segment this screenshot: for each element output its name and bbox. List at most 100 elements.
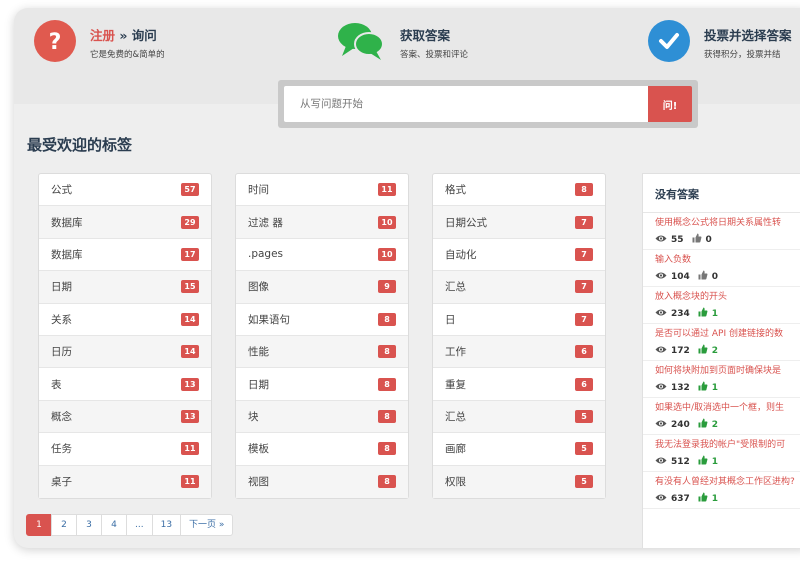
tag-name[interactable]: 数据库: [51, 215, 83, 230]
tag-name[interactable]: 格式: [445, 182, 466, 197]
question-link[interactable]: 如果选中/取消选中一个框，则生: [655, 402, 800, 415]
tag-count-badge: 5: [575, 475, 593, 489]
tag-name[interactable]: 权限: [445, 474, 466, 489]
question-link[interactable]: 使用概念公式将日期关系属性转: [655, 217, 800, 230]
tag-row[interactable]: 格式 8: [433, 174, 605, 207]
eye-icon: [655, 234, 667, 246]
tag-row[interactable]: 关系 14: [39, 304, 211, 336]
view-count: 234: [671, 308, 690, 319]
tag-row[interactable]: 日期 8: [236, 368, 408, 401]
tag-name[interactable]: 日期: [51, 279, 72, 294]
tag-row[interactable]: 视图 8: [236, 465, 408, 498]
tag-row[interactable]: 日期公式 7: [433, 206, 605, 239]
tag-row[interactable]: 汇总 7: [433, 271, 605, 304]
tag-name[interactable]: 日期公式: [445, 215, 487, 230]
tag-count-badge: 10: [378, 215, 396, 229]
unanswered-item: 有没有人曾经对其概念工作区进构? 637 1: [643, 472, 800, 509]
tag-row[interactable]: 概念 13: [39, 400, 211, 434]
tag-row[interactable]: 权限 5: [433, 465, 605, 498]
tag-row[interactable]: 画廊 5: [433, 433, 605, 466]
vote-count: 1: [711, 382, 719, 393]
vote-count: 1: [711, 456, 719, 467]
question-stats: 132 1: [655, 381, 800, 394]
tag-name[interactable]: 汇总: [445, 409, 466, 424]
register-link[interactable]: 注册: [90, 28, 115, 43]
question-stats: 104 0: [655, 270, 800, 283]
tag-row[interactable]: .pages 10: [236, 239, 408, 272]
vote-count: 2: [711, 345, 719, 356]
next-page-link[interactable]: 下一页 »: [180, 514, 234, 536]
tag-row[interactable]: 日7: [433, 304, 605, 336]
tag-row[interactable]: 日历 14: [39, 335, 211, 369]
view-count: 132: [671, 382, 690, 393]
tag-count-badge: 6: [575, 377, 593, 391]
tag-row[interactable]: 任务 11: [39, 433, 211, 466]
eye-icon: [655, 419, 667, 431]
tag-row[interactable]: 图像 9: [236, 271, 408, 304]
question-link[interactable]: 我无法登录我的帐户"受限制的可: [655, 439, 800, 452]
tag-row[interactable]: 重复 6: [433, 368, 605, 401]
view-count: 637: [671, 493, 690, 504]
tag-row[interactable]: 过滤 器 10: [236, 206, 408, 239]
tag-row[interactable]: 表 13: [39, 368, 211, 401]
tag-row[interactable]: 块8: [236, 400, 408, 434]
tag-name[interactable]: 画廊: [445, 441, 466, 456]
question-link[interactable]: 有没有人曾经对其概念工作区进构?: [655, 476, 800, 489]
question-link[interactable]: 放入概念块的开头: [655, 291, 800, 304]
tag-row[interactable]: 工作 6: [433, 335, 605, 369]
tag-name[interactable]: 表: [51, 377, 62, 392]
tag-name[interactable]: 数据库: [51, 247, 83, 262]
ask-button[interactable]: 问!: [648, 86, 692, 122]
tag-row[interactable]: 自动化 7: [433, 239, 605, 272]
tag-name[interactable]: 时间: [248, 182, 269, 197]
tag-name[interactable]: 重复: [445, 377, 466, 392]
tag-row[interactable]: 模板 8: [236, 433, 408, 466]
tag-name[interactable]: 过滤 器: [248, 215, 283, 230]
tag-count-badge: 11: [181, 475, 199, 489]
tag-name[interactable]: .pages: [248, 248, 283, 260]
question-link[interactable]: 是否可以通过 API 创建链接的数: [655, 328, 800, 341]
tag-name[interactable]: 概念: [51, 409, 72, 424]
tag-name[interactable]: 自动化: [445, 247, 477, 262]
tag-row[interactable]: 日期 15: [39, 271, 211, 304]
tag-row[interactable]: 汇总 5: [433, 400, 605, 434]
page-link[interactable]: 1: [26, 514, 52, 536]
tag-row[interactable]: 桌子 11: [39, 465, 211, 498]
tag-name[interactable]: 图像: [248, 279, 269, 294]
question-input[interactable]: [284, 86, 648, 122]
tag-count-badge: 29: [181, 215, 199, 229]
tag-name[interactable]: 性能: [248, 344, 269, 359]
question-icon: ?: [34, 20, 76, 62]
tag-name[interactable]: 日: [445, 312, 456, 327]
tag-row[interactable]: 如果语句 8: [236, 304, 408, 336]
tag-column-3: 格式 8 日期公式 7 自动化 7 汇总 7 日 7 工作 6 重复 6 汇总 5 画廊 5 权限 5: [432, 173, 606, 499]
tag-row[interactable]: 性能 8: [236, 335, 408, 369]
tag-name[interactable]: 汇总: [445, 279, 466, 294]
page-link[interactable]: 3: [76, 514, 102, 536]
page-link[interactable]: 2: [51, 514, 77, 536]
tag-row[interactable]: 公式 57: [39, 174, 211, 207]
question-link[interactable]: 输入负数: [655, 254, 800, 267]
thumbs-up-icon: [698, 455, 708, 468]
step-vote-title: 投票并选择答案: [704, 28, 792, 43]
page-link[interactable]: 13: [151, 514, 182, 536]
tag-name[interactable]: 关系: [51, 312, 72, 327]
tag-name[interactable]: 桌子: [51, 474, 72, 489]
tag-name[interactable]: 任务: [51, 441, 72, 456]
tag-name[interactable]: 模板: [248, 441, 269, 456]
tag-name[interactable]: 视图: [248, 474, 269, 489]
tag-row[interactable]: 数据库 17: [39, 239, 211, 272]
tag-name[interactable]: 日历: [51, 344, 72, 359]
tag-row[interactable]: 数据库 29: [39, 206, 211, 239]
tag-name[interactable]: 工作: [445, 344, 466, 359]
tag-count-badge: 8: [378, 345, 396, 359]
page-link[interactable]: 4: [101, 514, 127, 536]
question-link[interactable]: 如何将块附加到页面时确保块是: [655, 365, 800, 378]
tag-name[interactable]: 公式: [51, 182, 72, 197]
thumbs-up-icon: [698, 381, 708, 394]
tag-name[interactable]: 如果语句: [248, 312, 290, 327]
tag-name[interactable]: 块: [248, 409, 259, 424]
tag-row[interactable]: 时间 11: [236, 174, 408, 207]
tag-name[interactable]: 日期: [248, 377, 269, 392]
page-link[interactable]: ...: [126, 514, 153, 536]
